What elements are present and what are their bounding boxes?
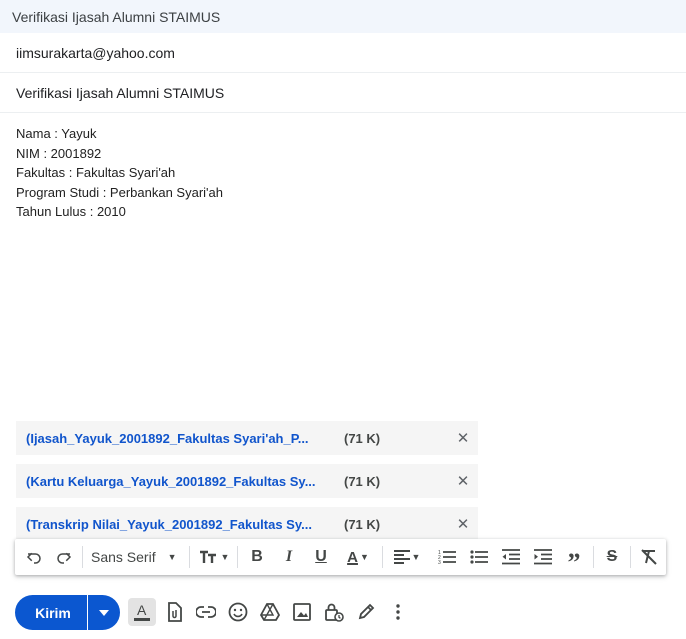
attachment-chip[interactable]: (Kartu Keluarga_Yayuk_2001892_Fakultas S… <box>16 464 478 498</box>
toolbar-divider <box>189 546 190 568</box>
strikethrough-icon[interactable]: S <box>600 545 624 569</box>
remove-attachment-icon[interactable]: ✕ <box>454 429 472 447</box>
font-family-select[interactable]: Sans Serif ▼ <box>91 545 183 569</box>
schedule-send-button[interactable] <box>88 595 120 630</box>
body-line: Fakultas : Fakultas Syari'ah <box>16 165 176 181</box>
subject-text[interactable]: Verifikasi Ijasah Alumni STAIMUS <box>16 85 224 101</box>
clear-formatting-icon[interactable] <box>637 545 661 569</box>
numbered-list-icon[interactable]: 123 <box>435 545 459 569</box>
toolbar-divider <box>82 546 83 568</box>
chevron-down-icon: ▼ <box>359 552 369 562</box>
recipient-chip[interactable]: iimsurakarta@yahoo.com <box>16 45 175 61</box>
underline-icon[interactable]: U <box>309 545 333 569</box>
attach-file-icon[interactable] <box>160 598 188 626</box>
body-line: NIM : 2001892 <box>16 145 102 161</box>
font-size-icon[interactable]: ▼ <box>197 545 231 569</box>
bold-icon[interactable]: B <box>245 545 269 569</box>
chevron-down-icon: ▼ <box>220 552 230 562</box>
chevron-down-icon: ▼ <box>167 552 177 562</box>
attachment-chip[interactable]: (Ijasah_Yayuk_2001892_Fakultas Syari'ah_… <box>16 421 478 455</box>
attachment-size: (71 K) <box>344 473 381 489</box>
text-color-icon[interactable]: A ▼ <box>341 545 375 569</box>
message-body[interactable]: Nama : Yayuk NIM : 2001892 Fakultas : Fa… <box>16 124 223 222</box>
signature-icon[interactable] <box>352 598 380 626</box>
insert-photo-icon[interactable] <box>288 598 316 626</box>
compose-title-text: Verifikasi Ijasah Alumni STAIMUS <box>12 8 221 25</box>
italic-icon[interactable]: I <box>277 545 301 569</box>
toolbar-divider <box>237 546 238 568</box>
toolbar-divider <box>630 546 631 568</box>
toolbar-divider <box>382 546 383 568</box>
drive-icon[interactable] <box>256 598 284 626</box>
redo-icon[interactable] <box>53 545 75 569</box>
body-line: Tahun Lulus : 2010 <box>16 204 126 220</box>
toolbar-divider <box>593 546 594 568</box>
compose-actions-bar: Kirim A <box>0 589 686 635</box>
remove-attachment-icon[interactable]: ✕ <box>454 515 472 533</box>
attachment-size: (71 K) <box>344 430 381 446</box>
undo-icon[interactable] <box>23 545 45 569</box>
formatting-toolbar: Sans Serif ▼ ▼ B I U A ▼ ▼ 123 ” S <box>15 539 666 577</box>
bulleted-list-icon[interactable] <box>467 545 491 569</box>
insert-link-icon[interactable] <box>192 598 220 626</box>
send-button[interactable]: Kirim <box>15 595 87 630</box>
chevron-down-icon: ▼ <box>411 552 421 562</box>
attachment-name[interactable]: (Kartu Keluarga_Yayuk_2001892_Fakultas S… <box>26 474 344 489</box>
attachment-name[interactable]: (Ijasah_Yayuk_2001892_Fakultas Syari'ah_… <box>26 431 344 446</box>
compose-title: Verifikasi Ijasah Alumni STAIMUS <box>0 0 686 33</box>
emoji-icon[interactable] <box>224 598 252 626</box>
to-field[interactable]: iimsurakarta@yahoo.com <box>0 33 686 73</box>
attachment-name[interactable]: (Transkrip Nilai_Yayuk_2001892_Fakultas … <box>26 517 344 532</box>
attachment-chip[interactable]: (Transkrip Nilai_Yayuk_2001892_Fakultas … <box>16 507 478 541</box>
confidential-mode-icon[interactable] <box>320 598 348 626</box>
align-icon[interactable]: ▼ <box>390 545 424 569</box>
body-line: Program Studi : Perbankan Syari'ah <box>16 184 223 200</box>
indent-more-icon[interactable] <box>531 545 555 569</box>
subject-field[interactable]: Verifikasi Ijasah Alumni STAIMUS <box>0 73 686 113</box>
remove-attachment-icon[interactable]: ✕ <box>454 472 472 490</box>
svg-text:A: A <box>137 602 147 618</box>
body-line: Nama : Yayuk <box>16 126 97 141</box>
font-family-label: Sans Serif <box>91 549 156 565</box>
indent-less-icon[interactable] <box>499 545 523 569</box>
chevron-down-icon <box>99 609 109 616</box>
quote-icon[interactable]: ” <box>562 545 586 577</box>
formatting-options-icon[interactable]: A <box>128 598 156 626</box>
svg-text:3: 3 <box>438 560 441 565</box>
more-options-icon[interactable] <box>384 598 412 626</box>
attachment-size: (71 K) <box>344 516 381 532</box>
